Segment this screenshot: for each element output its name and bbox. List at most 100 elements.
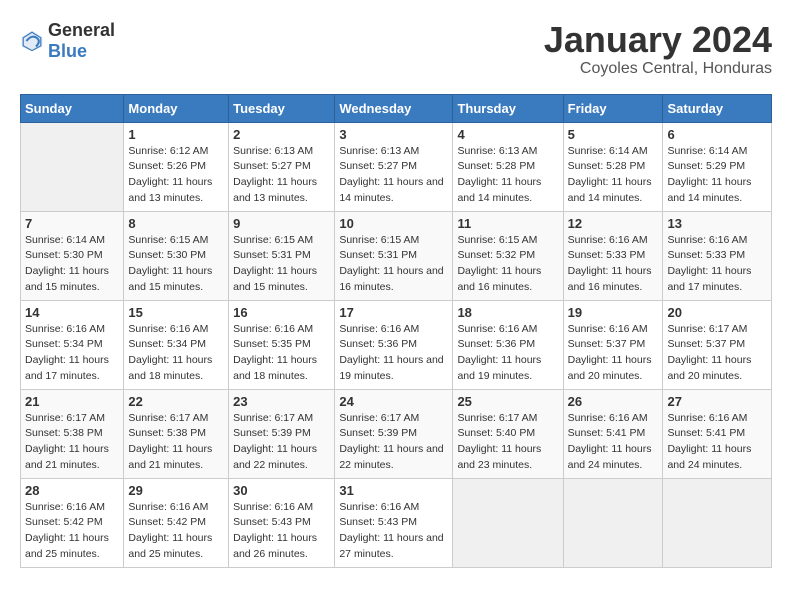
- day-number: 30: [233, 483, 330, 498]
- day-number: 20: [667, 305, 767, 320]
- logo-text: General Blue: [48, 20, 115, 62]
- day-number: 27: [667, 394, 767, 409]
- calendar-cell: 9 Sunrise: 6:15 AMSunset: 5:31 PMDayligh…: [229, 211, 335, 300]
- day-number: 26: [568, 394, 659, 409]
- cell-info: Sunrise: 6:16 AMSunset: 5:33 PMDaylight:…: [667, 234, 751, 293]
- day-number: 2: [233, 127, 330, 142]
- day-number: 22: [128, 394, 224, 409]
- calendar-cell: 23 Sunrise: 6:17 AMSunset: 5:39 PMDaylig…: [229, 389, 335, 478]
- day-number: 1: [128, 127, 224, 142]
- day-number: 10: [339, 216, 448, 231]
- day-number: 6: [667, 127, 767, 142]
- calendar-cell: 1 Sunrise: 6:12 AMSunset: 5:26 PMDayligh…: [124, 122, 229, 211]
- calendar-cell: 26 Sunrise: 6:16 AMSunset: 5:41 PMDaylig…: [563, 389, 663, 478]
- cell-info: Sunrise: 6:13 AMSunset: 5:27 PMDaylight:…: [339, 145, 443, 204]
- cell-info: Sunrise: 6:15 AMSunset: 5:32 PMDaylight:…: [457, 234, 541, 293]
- day-number: 7: [25, 216, 119, 231]
- logo-general: General: [48, 20, 115, 40]
- cell-info: Sunrise: 6:16 AMSunset: 5:36 PMDaylight:…: [457, 323, 541, 382]
- day-number: 8: [128, 216, 224, 231]
- day-number: 19: [568, 305, 659, 320]
- calendar-cell: 14 Sunrise: 6:16 AMSunset: 5:34 PMDaylig…: [21, 300, 124, 389]
- day-number: 3: [339, 127, 448, 142]
- page-title: January 2024: [544, 20, 772, 60]
- weekday-header-sunday: Sunday: [21, 94, 124, 122]
- calendar-cell: 24 Sunrise: 6:17 AMSunset: 5:39 PMDaylig…: [335, 389, 453, 478]
- calendar-table: SundayMondayTuesdayWednesdayThursdayFrid…: [20, 94, 772, 568]
- day-number: 9: [233, 216, 330, 231]
- cell-info: Sunrise: 6:13 AMSunset: 5:27 PMDaylight:…: [233, 145, 317, 204]
- weekday-header-friday: Friday: [563, 94, 663, 122]
- calendar-cell: 18 Sunrise: 6:16 AMSunset: 5:36 PMDaylig…: [453, 300, 563, 389]
- calendar-cell: 22 Sunrise: 6:17 AMSunset: 5:38 PMDaylig…: [124, 389, 229, 478]
- weekday-header-thursday: Thursday: [453, 94, 563, 122]
- title-area: January 2024 Coyoles Central, Honduras: [544, 20, 772, 78]
- calendar-cell: 21 Sunrise: 6:17 AMSunset: 5:38 PMDaylig…: [21, 389, 124, 478]
- day-number: 17: [339, 305, 448, 320]
- cell-info: Sunrise: 6:17 AMSunset: 5:38 PMDaylight:…: [128, 412, 212, 471]
- cell-info: Sunrise: 6:16 AMSunset: 5:41 PMDaylight:…: [667, 412, 751, 471]
- day-number: 23: [233, 394, 330, 409]
- weekday-header-wednesday: Wednesday: [335, 94, 453, 122]
- calendar-cell: [563, 478, 663, 567]
- calendar-cell: 7 Sunrise: 6:14 AMSunset: 5:30 PMDayligh…: [21, 211, 124, 300]
- calendar-cell: 15 Sunrise: 6:16 AMSunset: 5:34 PMDaylig…: [124, 300, 229, 389]
- cell-info: Sunrise: 6:16 AMSunset: 5:34 PMDaylight:…: [25, 323, 109, 382]
- calendar-cell: 3 Sunrise: 6:13 AMSunset: 5:27 PMDayligh…: [335, 122, 453, 211]
- day-number: 15: [128, 305, 224, 320]
- cell-info: Sunrise: 6:17 AMSunset: 5:37 PMDaylight:…: [667, 323, 751, 382]
- cell-info: Sunrise: 6:16 AMSunset: 5:37 PMDaylight:…: [568, 323, 652, 382]
- logo-blue: Blue: [48, 41, 87, 61]
- day-number: 5: [568, 127, 659, 142]
- cell-info: Sunrise: 6:15 AMSunset: 5:31 PMDaylight:…: [339, 234, 443, 293]
- calendar-cell: 12 Sunrise: 6:16 AMSunset: 5:33 PMDaylig…: [563, 211, 663, 300]
- calendar-cell: 16 Sunrise: 6:16 AMSunset: 5:35 PMDaylig…: [229, 300, 335, 389]
- day-number: 16: [233, 305, 330, 320]
- calendar-header-row: SundayMondayTuesdayWednesdayThursdayFrid…: [21, 94, 772, 122]
- weekday-header-monday: Monday: [124, 94, 229, 122]
- calendar-cell: [21, 122, 124, 211]
- day-number: 4: [457, 127, 558, 142]
- cell-info: Sunrise: 6:16 AMSunset: 5:43 PMDaylight:…: [233, 501, 317, 560]
- day-number: 25: [457, 394, 558, 409]
- logo: General Blue: [20, 20, 115, 62]
- page-header: General Blue January 2024 Coyoles Centra…: [20, 20, 772, 78]
- cell-info: Sunrise: 6:17 AMSunset: 5:40 PMDaylight:…: [457, 412, 541, 471]
- cell-info: Sunrise: 6:16 AMSunset: 5:33 PMDaylight:…: [568, 234, 652, 293]
- logo-icon: [20, 29, 44, 53]
- day-number: 29: [128, 483, 224, 498]
- day-number: 21: [25, 394, 119, 409]
- calendar-week-row: 21 Sunrise: 6:17 AMSunset: 5:38 PMDaylig…: [21, 389, 772, 478]
- cell-info: Sunrise: 6:16 AMSunset: 5:36 PMDaylight:…: [339, 323, 443, 382]
- calendar-cell: 4 Sunrise: 6:13 AMSunset: 5:28 PMDayligh…: [453, 122, 563, 211]
- calendar-cell: 27 Sunrise: 6:16 AMSunset: 5:41 PMDaylig…: [663, 389, 772, 478]
- calendar-cell: 25 Sunrise: 6:17 AMSunset: 5:40 PMDaylig…: [453, 389, 563, 478]
- cell-info: Sunrise: 6:12 AMSunset: 5:26 PMDaylight:…: [128, 145, 212, 204]
- day-number: 13: [667, 216, 767, 231]
- calendar-week-row: 1 Sunrise: 6:12 AMSunset: 5:26 PMDayligh…: [21, 122, 772, 211]
- cell-info: Sunrise: 6:15 AMSunset: 5:31 PMDaylight:…: [233, 234, 317, 293]
- weekday-header-saturday: Saturday: [663, 94, 772, 122]
- day-number: 18: [457, 305, 558, 320]
- calendar-cell: 31 Sunrise: 6:16 AMSunset: 5:43 PMDaylig…: [335, 478, 453, 567]
- day-number: 28: [25, 483, 119, 498]
- calendar-cell: 2 Sunrise: 6:13 AMSunset: 5:27 PMDayligh…: [229, 122, 335, 211]
- cell-info: Sunrise: 6:15 AMSunset: 5:30 PMDaylight:…: [128, 234, 212, 293]
- cell-info: Sunrise: 6:16 AMSunset: 5:35 PMDaylight:…: [233, 323, 317, 382]
- calendar-cell: 10 Sunrise: 6:15 AMSunset: 5:31 PMDaylig…: [335, 211, 453, 300]
- cell-info: Sunrise: 6:13 AMSunset: 5:28 PMDaylight:…: [457, 145, 541, 204]
- calendar-week-row: 28 Sunrise: 6:16 AMSunset: 5:42 PMDaylig…: [21, 478, 772, 567]
- calendar-cell: 29 Sunrise: 6:16 AMSunset: 5:42 PMDaylig…: [124, 478, 229, 567]
- day-number: 24: [339, 394, 448, 409]
- calendar-cell: 19 Sunrise: 6:16 AMSunset: 5:37 PMDaylig…: [563, 300, 663, 389]
- day-number: 14: [25, 305, 119, 320]
- calendar-cell: [663, 478, 772, 567]
- calendar-cell: 11 Sunrise: 6:15 AMSunset: 5:32 PMDaylig…: [453, 211, 563, 300]
- calendar-cell: 13 Sunrise: 6:16 AMSunset: 5:33 PMDaylig…: [663, 211, 772, 300]
- calendar-cell: 6 Sunrise: 6:14 AMSunset: 5:29 PMDayligh…: [663, 122, 772, 211]
- calendar-cell: 20 Sunrise: 6:17 AMSunset: 5:37 PMDaylig…: [663, 300, 772, 389]
- calendar-week-row: 14 Sunrise: 6:16 AMSunset: 5:34 PMDaylig…: [21, 300, 772, 389]
- weekday-header-tuesday: Tuesday: [229, 94, 335, 122]
- calendar-cell: 30 Sunrise: 6:16 AMSunset: 5:43 PMDaylig…: [229, 478, 335, 567]
- cell-info: Sunrise: 6:16 AMSunset: 5:34 PMDaylight:…: [128, 323, 212, 382]
